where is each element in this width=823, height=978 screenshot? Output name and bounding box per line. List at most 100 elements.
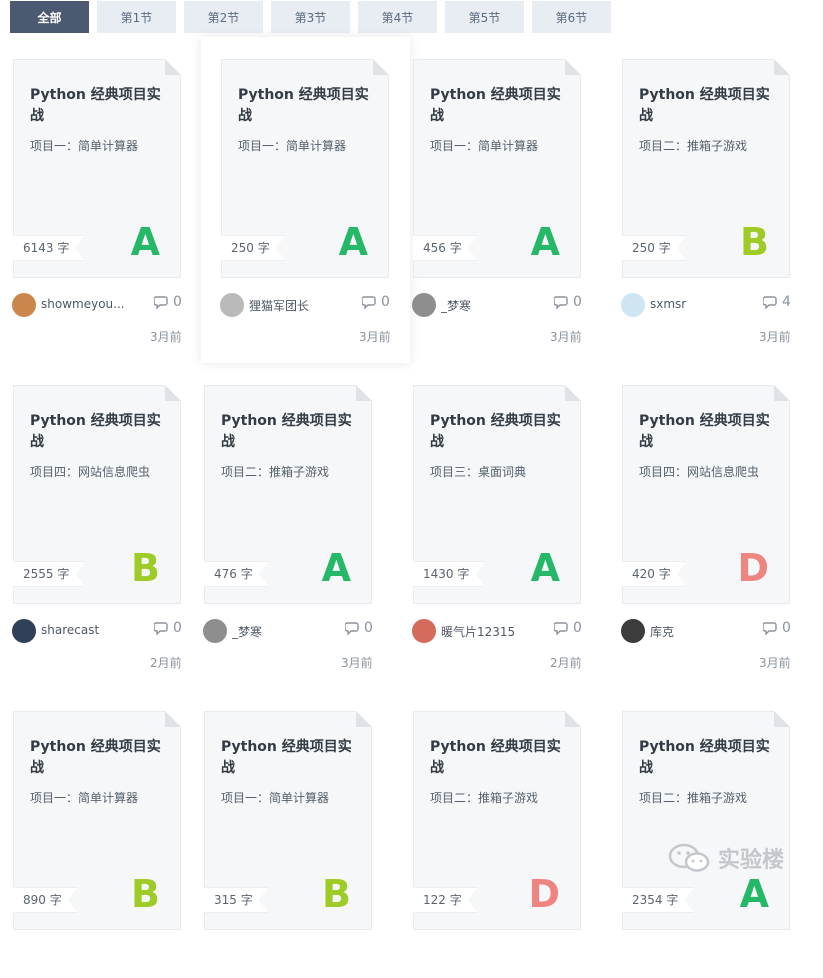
comment-count[interactable]: 0 bbox=[554, 294, 582, 310]
word-count-badge: 315 字 bbox=[204, 887, 269, 913]
report-subtitle: 项目二：推箱子游戏 bbox=[639, 139, 748, 153]
avatar[interactable] bbox=[621, 293, 645, 317]
grade-letter: A bbox=[130, 220, 160, 264]
word-count-badge: 420 字 bbox=[622, 561, 687, 587]
report-title[interactable]: Python 经典项目实战 bbox=[639, 737, 779, 779]
report-card[interactable]: Python 经典项目实战 项目二：推箱子游戏 250 字 Bsxmsr 4 3月前 bbox=[619, 0, 823, 344]
report-title[interactable]: Python 经典项目实战 bbox=[430, 85, 570, 127]
author-name[interactable]: 狸猫军团长 bbox=[249, 297, 339, 314]
report-card[interactable]: Python 经典项目实战 项目一：简单计算器 315 字 B bbox=[201, 652, 410, 978]
grade-letter: A bbox=[739, 872, 769, 916]
report-card[interactable]: Python 经典项目实战 项目一：简单计算器 250 字 A 狸猫军团长 0 3月前 bbox=[201, 37, 410, 363]
report-card[interactable]: Python 经典项目实战 项目三：桌面词典 1430 字 A 暖气片12315 0 2月前 bbox=[410, 326, 619, 670]
comment-icon bbox=[345, 622, 359, 635]
report-subtitle: 项目一：简单计算器 bbox=[430, 139, 539, 153]
author-name[interactable]: showmeyou... bbox=[41, 297, 131, 311]
report-paper[interactable]: Python 经典项目实战 项目二：推箱子游戏 2354 字 A bbox=[622, 711, 790, 930]
report-card[interactable]: Python 经典项目实战 项目二：推箱子游戏 2354 字 A bbox=[619, 652, 823, 978]
author-name[interactable]: _梦寒 bbox=[232, 623, 322, 640]
grade-letter: D bbox=[737, 546, 769, 590]
avatar[interactable] bbox=[12, 619, 36, 643]
report-paper[interactable]: Python 经典项目实战 项目三：桌面词典 1430 字 A bbox=[413, 385, 581, 604]
word-count-badge: 456 字 bbox=[413, 235, 478, 261]
comment-count[interactable]: 4 bbox=[763, 294, 791, 310]
avatar[interactable] bbox=[12, 293, 36, 317]
report-card[interactable]: Python 经典项目实战 项目一：简单计算器 890 字 B bbox=[10, 652, 219, 978]
report-paper[interactable]: Python 经典项目实战 项目四：网站信息爬虫 420 字 D bbox=[622, 385, 790, 604]
report-paper[interactable]: Python 经典项目实战 项目四：网站信息爬虫 2555 字 B bbox=[13, 385, 181, 604]
author-name[interactable]: 库克 bbox=[650, 623, 740, 640]
grade-letter: B bbox=[322, 872, 351, 916]
report-title[interactable]: Python 经典项目实战 bbox=[30, 85, 170, 127]
grade-letter: B bbox=[131, 546, 160, 590]
report-title[interactable]: Python 经典项目实战 bbox=[639, 85, 779, 127]
grade-letter: A bbox=[321, 546, 351, 590]
comment-count-value: 0 bbox=[573, 620, 582, 636]
report-card[interactable]: Python 经典项目实战 项目二：推箱子游戏 122 字 D bbox=[410, 652, 619, 978]
report-card[interactable]: Python 经典项目实战 项目二：推箱子游戏 476 字 A _梦寒 0 3月前 bbox=[201, 326, 410, 670]
author-name[interactable]: _梦寒 bbox=[441, 297, 531, 314]
report-subtitle: 项目二：推箱子游戏 bbox=[639, 791, 748, 805]
report-paper[interactable]: Python 经典项目实战 项目一：简单计算器 250 字 A bbox=[221, 59, 389, 278]
comment-count[interactable]: 0 bbox=[154, 294, 182, 310]
author-name[interactable]: sxmsr bbox=[650, 297, 740, 311]
author-name[interactable]: 暖气片12315 bbox=[441, 623, 531, 640]
report-card[interactable]: Python 经典项目实战 项目四：网站信息爬虫 420 字 D 库克 0 3月前 bbox=[619, 326, 823, 670]
report-title[interactable]: Python 经典项目实战 bbox=[30, 411, 170, 453]
report-subtitle: 项目一：简单计算器 bbox=[30, 139, 139, 153]
comment-count[interactable]: 0 bbox=[763, 620, 791, 636]
report-title[interactable]: Python 经典项目实战 bbox=[238, 85, 378, 127]
page-fold-icon bbox=[356, 711, 372, 727]
report-paper[interactable]: Python 经典项目实战 项目二：推箱子游戏 250 字 B bbox=[622, 59, 790, 278]
comment-icon bbox=[554, 296, 568, 309]
report-paper[interactable]: Python 经典项目实战项目一：简单计算器 456 字 A bbox=[413, 59, 581, 278]
report-title[interactable]: Python 经典项目实战 bbox=[30, 737, 170, 779]
comment-count[interactable]: 0 bbox=[362, 294, 390, 310]
author-name[interactable]: sharecast bbox=[41, 623, 131, 637]
grade-letter: A bbox=[530, 220, 560, 264]
comment-icon bbox=[763, 622, 777, 635]
page-fold-icon bbox=[774, 711, 790, 727]
report-title[interactable]: Python 经典项目实战 bbox=[221, 411, 361, 453]
report-paper[interactable]: Python 经典项目实战 项目二：推箱子游戏 476 字 A bbox=[204, 385, 372, 604]
report-paper[interactable]: Python 经典项目实战 项目一：简单计算器 890 字 B bbox=[13, 711, 181, 930]
avatar[interactable] bbox=[220, 293, 244, 317]
report-paper[interactable]: Python 经典项目实战 项目一：简单计算器 315 字 B bbox=[204, 711, 372, 930]
comment-count-value: 0 bbox=[364, 620, 373, 636]
word-count-badge: 250 字 bbox=[221, 235, 286, 261]
report-card[interactable]: Python 经典项目实战 项目一：简单计算器 456 字 A _梦寒 0 3月前 bbox=[410, 0, 619, 344]
page-fold-icon bbox=[373, 59, 389, 75]
avatar[interactable] bbox=[412, 293, 436, 317]
report-title[interactable]: Python 经典项目实战 bbox=[430, 411, 570, 453]
page-fold-icon bbox=[565, 711, 581, 727]
report-subtitle: 项目四：网站信息爬虫 bbox=[30, 465, 151, 479]
page-fold-icon bbox=[165, 59, 181, 75]
grade-letter: A bbox=[338, 220, 368, 264]
report-title[interactable]: Python 经典项目实战 bbox=[639, 411, 779, 453]
comment-count[interactable]: 0 bbox=[345, 620, 373, 636]
report-title[interactable]: Python 经典项目实战 bbox=[430, 737, 570, 779]
avatar[interactable] bbox=[621, 619, 645, 643]
grade-letter: D bbox=[528, 872, 560, 916]
wechat-icon bbox=[668, 843, 710, 872]
tab-section-3[interactable]: 第3节 bbox=[271, 1, 350, 33]
grade-letter: B bbox=[740, 220, 769, 264]
report-paper[interactable]: Python 经典项目实战项目一：简单计算器 6143 字 A bbox=[13, 59, 181, 278]
page-fold-icon bbox=[356, 385, 372, 401]
report-card[interactable]: Python 经典项目实战 项目四：网站信息爬虫 2555 字 Bsharecast 0… bbox=[10, 326, 219, 670]
comment-count-value: 0 bbox=[573, 294, 582, 310]
word-count-badge: 122 字 bbox=[413, 887, 478, 913]
grade-letter: A bbox=[530, 546, 560, 590]
report-paper[interactable]: Python 经典项目实战 项目二：推箱子游戏 122 字 D bbox=[413, 711, 581, 930]
word-count-badge: 6143 字 bbox=[13, 235, 85, 261]
avatar[interactable] bbox=[203, 619, 227, 643]
comment-count[interactable]: 0 bbox=[554, 620, 582, 636]
avatar[interactable] bbox=[412, 619, 436, 643]
comment-count[interactable]: 0 bbox=[154, 620, 182, 636]
comment-count-value: 0 bbox=[782, 620, 791, 636]
report-title[interactable]: Python 经典项目实战 bbox=[221, 737, 361, 779]
page-fold-icon bbox=[774, 385, 790, 401]
comment-icon bbox=[554, 622, 568, 635]
comment-count-value: 4 bbox=[782, 294, 791, 310]
report-card[interactable]: Python 经典项目实战 项目一：简单计算器 6143 字 Ashowmeyou..… bbox=[10, 0, 219, 344]
